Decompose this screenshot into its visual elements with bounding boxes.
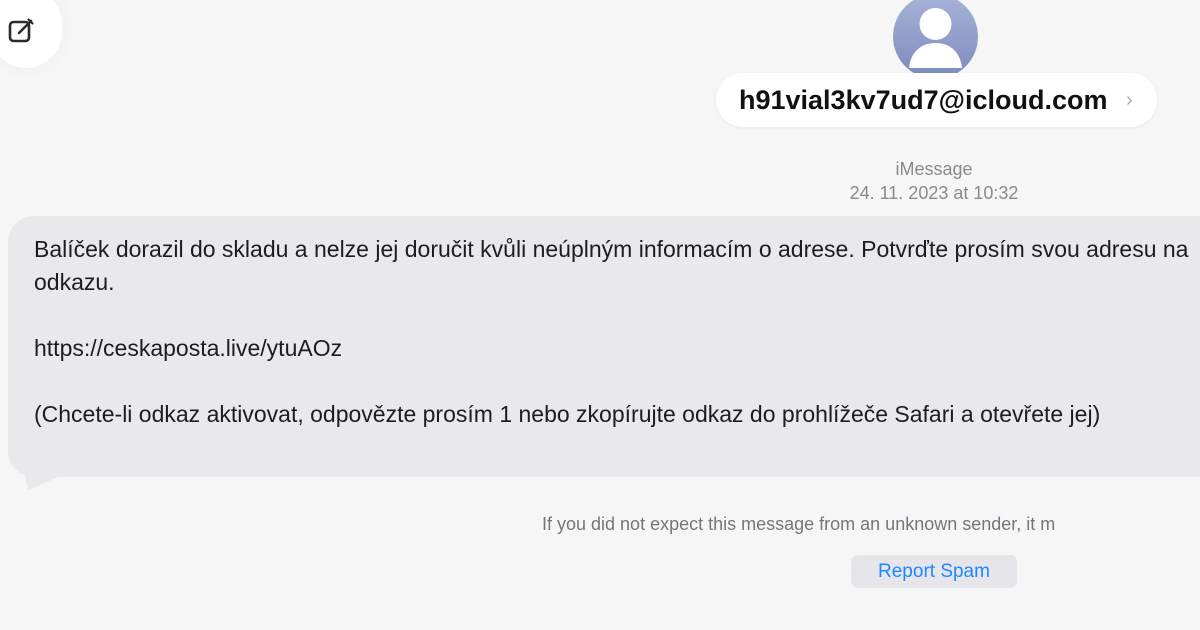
contact-details-button[interactable]: h91vial3kv7ud7@icloud.com › [716, 73, 1157, 127]
compose-button[interactable] [0, 0, 62, 68]
chevron-right-icon: › [1126, 89, 1133, 111]
service-label: iMessage [895, 159, 973, 179]
message-text: Balíček dorazil do skladu a nelze jej do… [34, 233, 1200, 431]
avatar[interactable] [893, 0, 978, 79]
message-link[interactable]: https://ceskaposta.live/ytuAOz [34, 332, 1200, 365]
message-bubble: Balíček dorazil do skladu a nelze jej do… [8, 216, 1200, 477]
person-icon [909, 8, 962, 68]
unknown-sender-note: If you did not expect this message from … [542, 514, 1056, 534]
compose-icon [8, 18, 34, 43]
report-spam-button[interactable]: Report Spam [851, 555, 1017, 588]
message-paragraph: Balíček dorazil do skladu a nelze jej do… [34, 236, 1189, 295]
message-timestamp: 24. 11. 2023 at 10:32 [849, 183, 1019, 203]
message-paragraph: (Chcete-li odkaz aktivovat, odpovězte pr… [34, 401, 1101, 427]
contact-name: h91vial3kv7ud7@icloud.com [739, 85, 1108, 115]
